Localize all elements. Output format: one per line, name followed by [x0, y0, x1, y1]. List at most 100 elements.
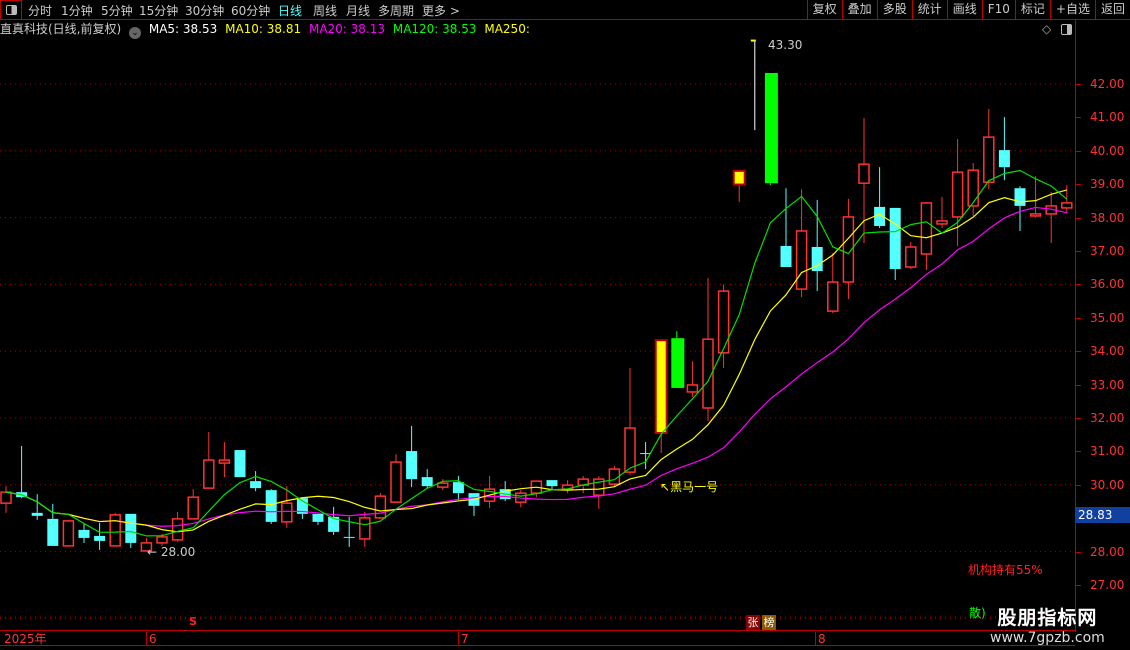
last-price-tag: 28.83 — [1075, 507, 1130, 523]
candle-body-down — [998, 150, 1010, 168]
candle-body-up — [203, 459, 215, 489]
candle-body-down — [78, 529, 90, 538]
candle-body-down — [343, 536, 355, 538]
candle-body-highlight — [654, 339, 668, 435]
candle-body-up — [686, 384, 699, 393]
candle-body-up — [858, 163, 870, 184]
candle-body-down — [94, 535, 106, 541]
candle-body-down — [125, 513, 137, 543]
candle-body-up — [171, 518, 184, 541]
price-tick: 34.00 — [1090, 344, 1125, 359]
candle-body-up — [967, 169, 979, 207]
candle-body-highlight — [671, 338, 685, 388]
candle-body-up — [0, 491, 12, 504]
price-tick: 37.00 — [1090, 244, 1125, 258]
date-label: 2025年 — [4, 632, 47, 646]
price-tick-mark — [1075, 184, 1081, 186]
watermark-url: www.7gpzb.com — [990, 630, 1105, 646]
signal-label: ↖黑马一号 — [660, 480, 719, 494]
candle-body-up — [983, 136, 995, 183]
candle-body-up — [359, 517, 371, 540]
price-tick-mark — [1075, 351, 1081, 353]
price-axis-line — [1075, 20, 1076, 632]
price-tick-mark — [1075, 150, 1081, 152]
candle-body-up — [936, 220, 948, 225]
badge-zhang[interactable]: 张 — [746, 615, 760, 630]
low-price-label: ← 28.00 — [147, 545, 196, 559]
watermark-name: 股朋指标网 — [997, 607, 1098, 629]
candle-body-up — [390, 461, 402, 503]
candle-body-up — [905, 246, 917, 268]
candle-body-up — [437, 482, 449, 488]
candle-body-up — [624, 427, 636, 473]
price-tick-mark — [1075, 84, 1081, 85]
candlestick-chart[interactable] — [0, 0, 1075, 630]
badge-bang[interactable]: 榜 — [762, 615, 776, 630]
price-tick-mark — [1075, 451, 1081, 453]
candle-body-up — [109, 514, 121, 547]
price-tick-mark — [1075, 384, 1081, 386]
candle-body-down — [546, 480, 558, 487]
price-tick: 28.00 — [1090, 544, 1125, 559]
candle-body-down — [1014, 188, 1026, 206]
price-tick: 35.00 — [1090, 310, 1125, 325]
candle-body-down — [250, 481, 262, 489]
price-tick: 39.00 — [1090, 177, 1125, 192]
price-tick-mark — [1075, 251, 1081, 252]
toolbar-button-8[interactable]: 返回 — [1094, 0, 1130, 20]
price-tick-mark — [1075, 317, 1081, 319]
date-label: 6 — [146, 632, 157, 646]
candle-body-down — [889, 207, 901, 270]
candle-body-up — [218, 459, 231, 464]
candle-body-up — [374, 495, 387, 519]
price-tick-mark — [1075, 217, 1081, 219]
candle-body-up — [717, 290, 730, 354]
candle-body-up — [62, 520, 75, 547]
candle-body-up — [281, 502, 293, 523]
candle-body-up — [1061, 202, 1073, 209]
retail-label: 散) — [969, 606, 986, 620]
price-tick-mark — [1075, 585, 1081, 586]
candle-body-up — [951, 171, 964, 218]
date-label: 8 — [815, 632, 826, 646]
candle-body-down — [421, 477, 433, 487]
candle-body-up — [795, 230, 808, 290]
signal-text: 黑马一号 — [670, 480, 719, 494]
price-tick-mark — [1075, 284, 1081, 286]
candle-body-down — [265, 490, 277, 522]
candle-body-up — [187, 496, 199, 520]
date-axis: 2025年 6 7 8 — [0, 630, 1075, 646]
price-tick-mark — [1075, 117, 1081, 119]
candle-body-up — [1029, 213, 1042, 217]
candle-body-highlight — [732, 169, 746, 186]
s-marker[interactable]: S — [189, 615, 197, 628]
candle-body-down — [47, 518, 59, 546]
price-tick: 31.00 — [1090, 444, 1125, 459]
candle-body-down — [452, 482, 464, 494]
date-label: 7 — [458, 632, 469, 646]
price-tick: 40.00 — [1090, 143, 1125, 158]
price-tick: 27.00 — [1090, 578, 1125, 592]
candle-body-highlight — [764, 72, 778, 184]
price-tick: 41.00 — [1090, 110, 1125, 125]
candle-body-down — [312, 513, 324, 522]
candle-body-up — [920, 202, 933, 255]
price-tick-mark — [1075, 484, 1081, 486]
price-tick: 32.00 — [1090, 411, 1125, 425]
price-tick-mark — [1075, 418, 1081, 419]
price-tick: 38.00 — [1090, 210, 1125, 225]
price-tick: 42.00 — [1090, 77, 1125, 91]
price-tick-mark — [1075, 551, 1081, 553]
watermark: 股朋指标网 www.7gpzb.com — [990, 603, 1105, 646]
price-tick: 36.00 — [1090, 277, 1125, 292]
high-price-label: 43.30 — [768, 38, 803, 52]
candle-body-down — [31, 512, 43, 516]
low-price-value: 28.00 — [160, 545, 196, 559]
candle-body-down — [406, 451, 418, 480]
candle-body-up — [156, 536, 168, 544]
price-tick: 33.00 — [1090, 377, 1125, 392]
holding-label: 机构持有55% — [968, 563, 1043, 577]
candle-body-down — [234, 450, 246, 478]
candle-body-down — [780, 245, 792, 268]
price-tick: 30.00 — [1090, 477, 1125, 492]
